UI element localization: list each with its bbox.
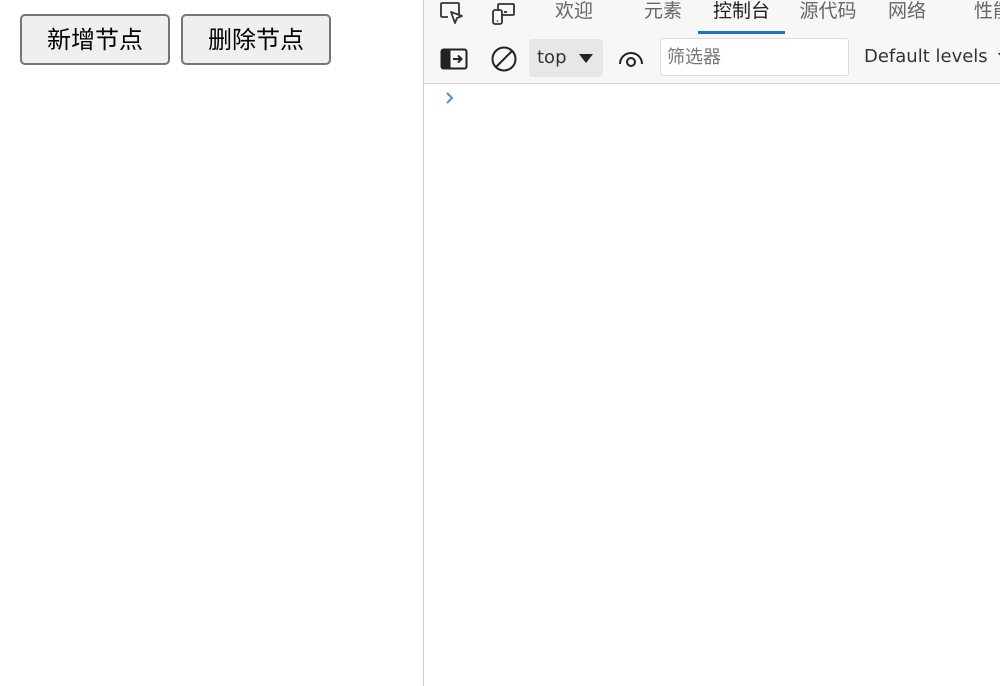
filter-input[interactable] [660,38,849,76]
device-toolbar-icon[interactable] [488,0,518,28]
add-node-button[interactable]: 新增节点 [20,14,170,65]
live-expression-eye-icon[interactable] [616,44,646,74]
toggle-sidebar-icon[interactable] [439,44,469,74]
console-toolbar: top Default levels [424,34,1000,84]
web-page: 新增节点 删除节点 [0,0,423,686]
context-label: top [537,47,567,68]
tab-network[interactable]: 网络 [874,0,940,34]
tab-performance[interactable]: 性能 [974,0,1000,34]
context-selector[interactable]: top [529,39,603,77]
devtools-panel: 欢迎 元素 控制台 源代码 网络 性能 top Default levels [423,0,1000,686]
tab-welcome[interactable]: 欢迎 [540,0,608,34]
tab-elements[interactable]: 元素 [630,0,696,34]
log-levels-label: Default levels [864,46,988,67]
console-output[interactable] [424,84,1000,686]
inspect-element-icon[interactable] [438,0,468,28]
tab-console[interactable]: 控制台 [698,0,785,34]
log-levels-dropdown[interactable]: Default levels [864,38,1000,76]
chevron-down-icon [579,54,593,63]
clear-console-icon[interactable] [489,44,519,74]
tab-sources[interactable]: 源代码 [789,0,867,34]
delete-node-button[interactable]: 删除节点 [181,14,331,65]
devtools-tab-bar: 欢迎 元素 控制台 源代码 网络 性能 [424,0,1000,35]
console-prompt-icon[interactable] [444,90,456,110]
